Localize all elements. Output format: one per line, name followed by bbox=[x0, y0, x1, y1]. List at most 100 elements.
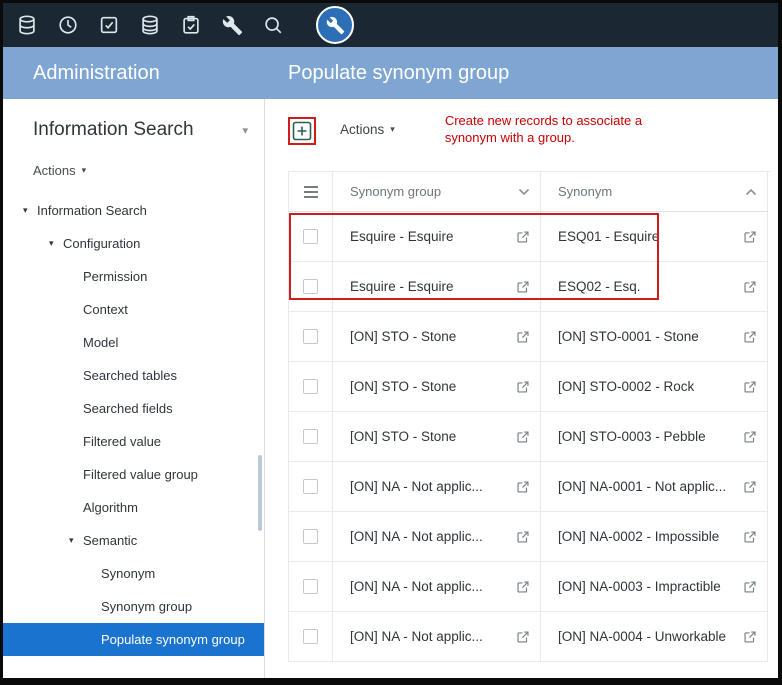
synonym-group-value[interactable]: [ON] NA - Not applic... bbox=[350, 479, 483, 494]
open-record-icon[interactable] bbox=[516, 480, 530, 494]
open-record-icon[interactable] bbox=[516, 230, 530, 244]
sidebar-item-searched-fields[interactable]: Searched fields bbox=[3, 392, 264, 425]
synonym-group-cell: [ON] NA - Not applic... bbox=[333, 462, 541, 512]
sidebar-item-synonym-group[interactable]: Synonym group bbox=[3, 590, 264, 623]
sidebar-item-label: Algorithm bbox=[83, 500, 138, 515]
wrench-icon[interactable] bbox=[220, 13, 244, 37]
open-record-icon[interactable] bbox=[516, 380, 530, 394]
synonym-value[interactable]: ESQ01 - Esquire bbox=[558, 229, 659, 244]
tree-expand-caret-icon[interactable]: ▾ bbox=[23, 205, 37, 216]
row-select-cell bbox=[288, 462, 333, 512]
new-record-button[interactable] bbox=[288, 117, 316, 145]
sidebar-item-permission[interactable]: Permission bbox=[3, 260, 264, 293]
tree-expand-caret-icon[interactable]: ▾ bbox=[69, 535, 83, 546]
sidebar-item-filtered-value-group[interactable]: Filtered value group bbox=[3, 458, 264, 491]
synonym-group-value[interactable]: [ON] STO - Stone bbox=[350, 429, 456, 444]
row-checkbox[interactable] bbox=[303, 479, 318, 494]
open-record-icon[interactable] bbox=[743, 280, 757, 294]
open-record-icon[interactable] bbox=[743, 230, 757, 244]
open-record-icon[interactable] bbox=[516, 430, 530, 444]
edit-check-icon[interactable] bbox=[179, 13, 203, 37]
open-record-icon[interactable] bbox=[516, 580, 530, 594]
sidebar-item-label: Model bbox=[83, 335, 118, 350]
sidebar-item-context[interactable]: Context bbox=[3, 293, 264, 326]
column-header-synonym-group[interactable]: Synonym group bbox=[333, 172, 541, 212]
row-checkbox[interactable] bbox=[303, 529, 318, 544]
synonym-cell: ESQ02 - Esq. bbox=[541, 262, 768, 312]
open-record-icon[interactable] bbox=[743, 380, 757, 394]
synonym-value[interactable]: ESQ02 - Esq. bbox=[558, 279, 641, 294]
synonym-group-cell: [ON] STO - Stone bbox=[333, 412, 541, 462]
open-record-icon[interactable] bbox=[516, 630, 530, 644]
sidebar-item-information-search[interactable]: ▾Information Search bbox=[3, 194, 264, 227]
synonym-group-value[interactable]: Esquire - Esquire bbox=[350, 279, 454, 294]
open-record-icon[interactable] bbox=[743, 630, 757, 644]
synonym-group-value[interactable]: [ON] STO - Stone bbox=[350, 379, 456, 394]
row-checkbox[interactable] bbox=[303, 429, 318, 444]
synonym-value[interactable]: [ON] NA-0003 - Impractible bbox=[558, 579, 721, 594]
open-record-icon[interactable] bbox=[743, 480, 757, 494]
open-record-icon[interactable] bbox=[516, 330, 530, 344]
row-checkbox[interactable] bbox=[303, 579, 318, 594]
synonym-cell: ESQ01 - Esquire bbox=[541, 212, 768, 262]
annotation-text: Create new records to associate a synony… bbox=[445, 113, 657, 147]
synonym-value[interactable]: [ON] STO-0002 - Rock bbox=[558, 379, 694, 394]
open-record-icon[interactable] bbox=[516, 530, 530, 544]
synonym-value[interactable]: [ON] NA-0004 - Unworkable bbox=[558, 629, 726, 644]
check-square-icon[interactable] bbox=[97, 13, 121, 37]
row-checkbox[interactable] bbox=[303, 629, 318, 644]
sidebar-header-title: Administration bbox=[3, 47, 265, 99]
column-header-synonym[interactable]: Synonym bbox=[541, 172, 768, 212]
tree-expand-caret-icon[interactable]: ▾ bbox=[49, 238, 63, 249]
database-icon[interactable] bbox=[15, 13, 39, 37]
sidebar-item-filtered-value[interactable]: Filtered value bbox=[3, 425, 264, 458]
open-record-icon[interactable] bbox=[743, 330, 757, 344]
sidebar-item-populate-synonym-group[interactable]: Populate synonym group bbox=[3, 623, 264, 656]
row-select-cell bbox=[288, 362, 333, 412]
row-checkbox[interactable] bbox=[303, 379, 318, 394]
synonym-group-cell: [ON] STO - Stone bbox=[333, 312, 541, 362]
synonym-value[interactable]: [ON] NA-0002 - Impossible bbox=[558, 529, 719, 544]
clock-icon[interactable] bbox=[56, 13, 80, 37]
list-table-wrapper: Synonym group Synonym Esquire - Esq bbox=[288, 171, 770, 662]
sidebar-scrollbar[interactable] bbox=[258, 455, 262, 531]
list-actions-dropdown[interactable]: Actions ▾ bbox=[340, 122, 395, 137]
synonym-cell: [ON] NA-0004 - Unworkable bbox=[541, 612, 768, 662]
sidebar-item-configuration[interactable]: ▾Configuration bbox=[3, 227, 264, 260]
row-checkbox[interactable] bbox=[303, 329, 318, 344]
synonym-value[interactable]: [ON] STO-0003 - Pebble bbox=[558, 429, 706, 444]
open-record-icon[interactable] bbox=[743, 530, 757, 544]
sidebar-actions-dropdown[interactable]: Actions ▾ bbox=[33, 163, 86, 178]
synonym-group-value[interactable]: [ON] NA - Not applic... bbox=[350, 629, 483, 644]
row-checkbox[interactable] bbox=[303, 229, 318, 244]
row-select-cell bbox=[288, 312, 333, 362]
row-select-cell bbox=[288, 262, 333, 312]
synonym-cell: [ON] NA-0003 - Impractible bbox=[541, 562, 768, 612]
chevron-down-icon[interactable]: ▾ bbox=[242, 124, 248, 137]
sidebar-title: Information Search bbox=[33, 119, 194, 141]
synonym-group-value[interactable]: [ON] NA - Not applic... bbox=[350, 579, 483, 594]
list-toolbar: Actions ▾ Create new records to associat… bbox=[265, 99, 778, 171]
database-list-icon[interactable] bbox=[138, 13, 162, 37]
search-icon[interactable] bbox=[261, 13, 285, 37]
synonym-group-value[interactable]: Esquire - Esquire bbox=[350, 229, 454, 244]
row-checkbox[interactable] bbox=[303, 279, 318, 294]
list-menu-button[interactable] bbox=[288, 172, 333, 212]
active-wrench-button[interactable] bbox=[316, 6, 354, 44]
sidebar-item-label: Information Search bbox=[37, 203, 147, 218]
sidebar-item-algorithm[interactable]: Algorithm bbox=[3, 491, 264, 524]
synonym-cell: [ON] STO-0001 - Stone bbox=[541, 312, 768, 362]
sidebar-item-semantic[interactable]: ▾Semantic bbox=[3, 524, 264, 557]
synonym-value[interactable]: [ON] STO-0001 - Stone bbox=[558, 329, 699, 344]
synonym-value[interactable]: [ON] NA-0001 - Not applic... bbox=[558, 479, 726, 494]
sidebar-item-synonym[interactable]: Synonym bbox=[3, 557, 264, 590]
row-select-cell bbox=[288, 412, 333, 462]
sidebar-item-model[interactable]: Model bbox=[3, 326, 264, 359]
open-record-icon[interactable] bbox=[516, 280, 530, 294]
row-select-cell bbox=[288, 212, 333, 262]
open-record-icon[interactable] bbox=[743, 580, 757, 594]
open-record-icon[interactable] bbox=[743, 430, 757, 444]
sidebar-item-searched-tables[interactable]: Searched tables bbox=[3, 359, 264, 392]
synonym-group-value[interactable]: [ON] NA - Not applic... bbox=[350, 529, 483, 544]
synonym-group-value[interactable]: [ON] STO - Stone bbox=[350, 329, 456, 344]
